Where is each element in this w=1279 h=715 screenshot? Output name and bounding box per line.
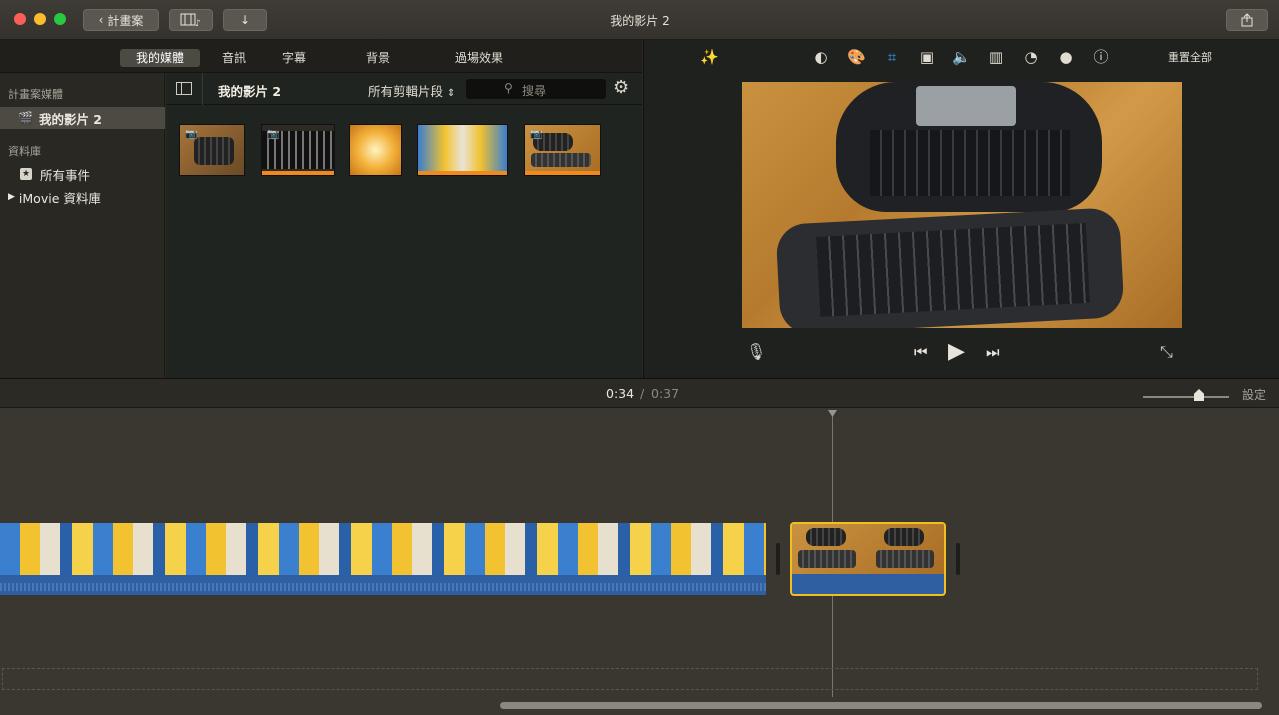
library-heading: 資料庫 bbox=[8, 145, 41, 158]
tab-transitions[interactable]: 過場效果 bbox=[446, 49, 512, 67]
search-icon: ⚲ bbox=[504, 81, 513, 95]
color-balance-icon[interactable]: ◐ bbox=[812, 48, 830, 66]
equalizer-icon[interactable]: ▥ bbox=[987, 48, 1005, 66]
reset-all-button[interactable]: 重置全部 bbox=[1160, 49, 1220, 65]
clip-thumbnail[interactable] bbox=[417, 124, 508, 176]
share-icon bbox=[1241, 13, 1253, 27]
skip-forward-icon[interactable]: ⏭ bbox=[986, 343, 1000, 361]
media-browser bbox=[166, 73, 642, 378]
stabilization-icon[interactable]: ▣ bbox=[918, 48, 936, 66]
media-tabs-bar: 我的媒體 音訊 字幕 背景 過場效果 bbox=[0, 40, 642, 73]
share-button[interactable] bbox=[1226, 9, 1268, 31]
clip-thumbnail[interactable]: 📷 bbox=[261, 124, 335, 176]
clip-filter-select[interactable]: 所有剪輯片段 ⇕ bbox=[368, 81, 455, 100]
svg-text:♪: ♪ bbox=[195, 19, 201, 27]
divider bbox=[202, 73, 203, 105]
audio-waveform bbox=[0, 575, 766, 595]
browser-title: 我的影片 2 bbox=[218, 84, 282, 99]
project-media-heading: 計畫案媒體 bbox=[8, 88, 63, 101]
transition-handle[interactable] bbox=[776, 543, 780, 575]
title-bar: ‹ 計畫案 ♪ ↓ 我的影片 2 bbox=[0, 0, 1279, 40]
magic-wand-icon[interactable]: ✨ bbox=[700, 48, 719, 66]
clip-thumbnail[interactable]: 📷 bbox=[524, 124, 601, 176]
minimize-window-button[interactable] bbox=[34, 13, 46, 25]
transition-handle[interactable] bbox=[956, 543, 960, 575]
clapper-icon: 🎬 bbox=[18, 111, 33, 125]
tab-titles[interactable]: 字幕 bbox=[270, 49, 318, 67]
sidebar-item-imovie-library[interactable]: ▶ iMovie 資料庫 bbox=[0, 186, 165, 208]
speed-icon[interactable]: ◔ bbox=[1022, 48, 1040, 66]
keys bbox=[816, 222, 1090, 317]
clip-frames bbox=[792, 524, 944, 574]
volume-icon[interactable]: 🔈 bbox=[952, 48, 971, 66]
gear-icon[interactable]: ⚙ bbox=[613, 79, 629, 97]
camera-icon: 📷 bbox=[185, 129, 198, 140]
zoom-slider-track[interactable] bbox=[1143, 396, 1229, 398]
star-icon: ★ bbox=[20, 168, 32, 180]
tab-backgrounds[interactable]: 背景 bbox=[354, 49, 402, 67]
keyboard-image bbox=[884, 528, 924, 546]
keyboard-image bbox=[798, 550, 856, 568]
touchpad bbox=[916, 86, 1016, 126]
microphone-icon[interactable]: 🎙 bbox=[746, 342, 766, 361]
media-import-button[interactable]: ♪ bbox=[169, 9, 213, 31]
library-sidebar: 計畫案媒體 🎬 我的影片 2 資料庫 ★ 所有事件 ▶ iMovie 資料庫 bbox=[0, 73, 165, 378]
total-time: 0:37 bbox=[651, 386, 680, 401]
sidebar-item-project[interactable]: 🎬 我的影片 2 bbox=[0, 107, 165, 129]
audio-drop-zone[interactable] bbox=[2, 668, 1258, 690]
video-clip[interactable] bbox=[0, 523, 766, 575]
camera-icon: 📷 bbox=[530, 129, 543, 140]
time-separator: / bbox=[640, 386, 645, 401]
timeline-settings-button[interactable]: 設定 bbox=[1242, 386, 1266, 403]
close-window-button[interactable] bbox=[14, 13, 26, 25]
search-input[interactable]: ⚲ 搜尋 bbox=[466, 79, 606, 99]
clip-usage-bar bbox=[418, 171, 507, 175]
skip-back-icon[interactable]: ⏮ bbox=[914, 343, 928, 361]
tab-my-media[interactable]: 我的媒體 bbox=[120, 49, 200, 67]
clip-usage-bar bbox=[262, 171, 334, 175]
film-music-icon: ♪ bbox=[180, 13, 201, 27]
horizontal-scrollbar[interactable] bbox=[500, 702, 1262, 709]
waveform bbox=[0, 583, 766, 591]
current-time: 0:34 bbox=[606, 386, 635, 401]
keyboard-image bbox=[194, 137, 234, 165]
tab-audio[interactable]: 音訊 bbox=[210, 49, 258, 67]
arrow-down-icon: ↓ bbox=[239, 13, 251, 27]
timeline-header: 0:34 / 0:37 設定 bbox=[0, 378, 1279, 408]
keyboard-image bbox=[775, 207, 1125, 328]
sidebar-item-all-events[interactable]: ★ 所有事件 bbox=[0, 163, 165, 185]
play-icon[interactable]: ▶ bbox=[948, 339, 965, 364]
info-icon[interactable]: ⓘ bbox=[1092, 48, 1110, 66]
clip-thumbnail[interactable] bbox=[349, 124, 402, 176]
video-preview bbox=[742, 82, 1182, 328]
selected-video-clip[interactable] bbox=[790, 522, 946, 596]
clip-thumbnail[interactable]: 📷 bbox=[179, 124, 245, 176]
zoom-slider-thumb[interactable] bbox=[1194, 389, 1204, 401]
keyboard-image bbox=[836, 82, 1102, 212]
back-to-projects-button[interactable]: ‹ 計畫案 bbox=[83, 9, 159, 31]
sidebar-toggle-icon[interactable] bbox=[176, 82, 192, 95]
window-title: 我的影片 2 bbox=[610, 14, 670, 28]
clip-filter-icon[interactable]: ● bbox=[1057, 48, 1075, 66]
crop-icon[interactable]: ⌗ bbox=[883, 48, 901, 66]
keyboard-image bbox=[806, 528, 846, 546]
disclosure-triangle-icon[interactable]: ▶ bbox=[8, 192, 15, 202]
updown-chevron-icon: ⇕ bbox=[447, 88, 456, 99]
keyboard-image bbox=[876, 550, 934, 568]
chevron-left-icon: ‹ bbox=[98, 13, 104, 27]
browser-toolbar: 我的影片 2 所有剪輯片段 ⇕ ⚲ 搜尋 ⚙ bbox=[166, 73, 642, 105]
keyboard-image bbox=[531, 153, 591, 167]
zoom-window-button[interactable] bbox=[54, 13, 66, 25]
import-button[interactable]: ↓ bbox=[223, 9, 267, 31]
keys bbox=[870, 130, 1070, 196]
color-correction-icon[interactable]: 🎨 bbox=[847, 48, 866, 66]
camera-icon: 📷 bbox=[267, 129, 280, 140]
clip-usage-bar bbox=[525, 171, 600, 175]
fullscreen-icon[interactable]: ⤡ bbox=[1160, 342, 1173, 362]
